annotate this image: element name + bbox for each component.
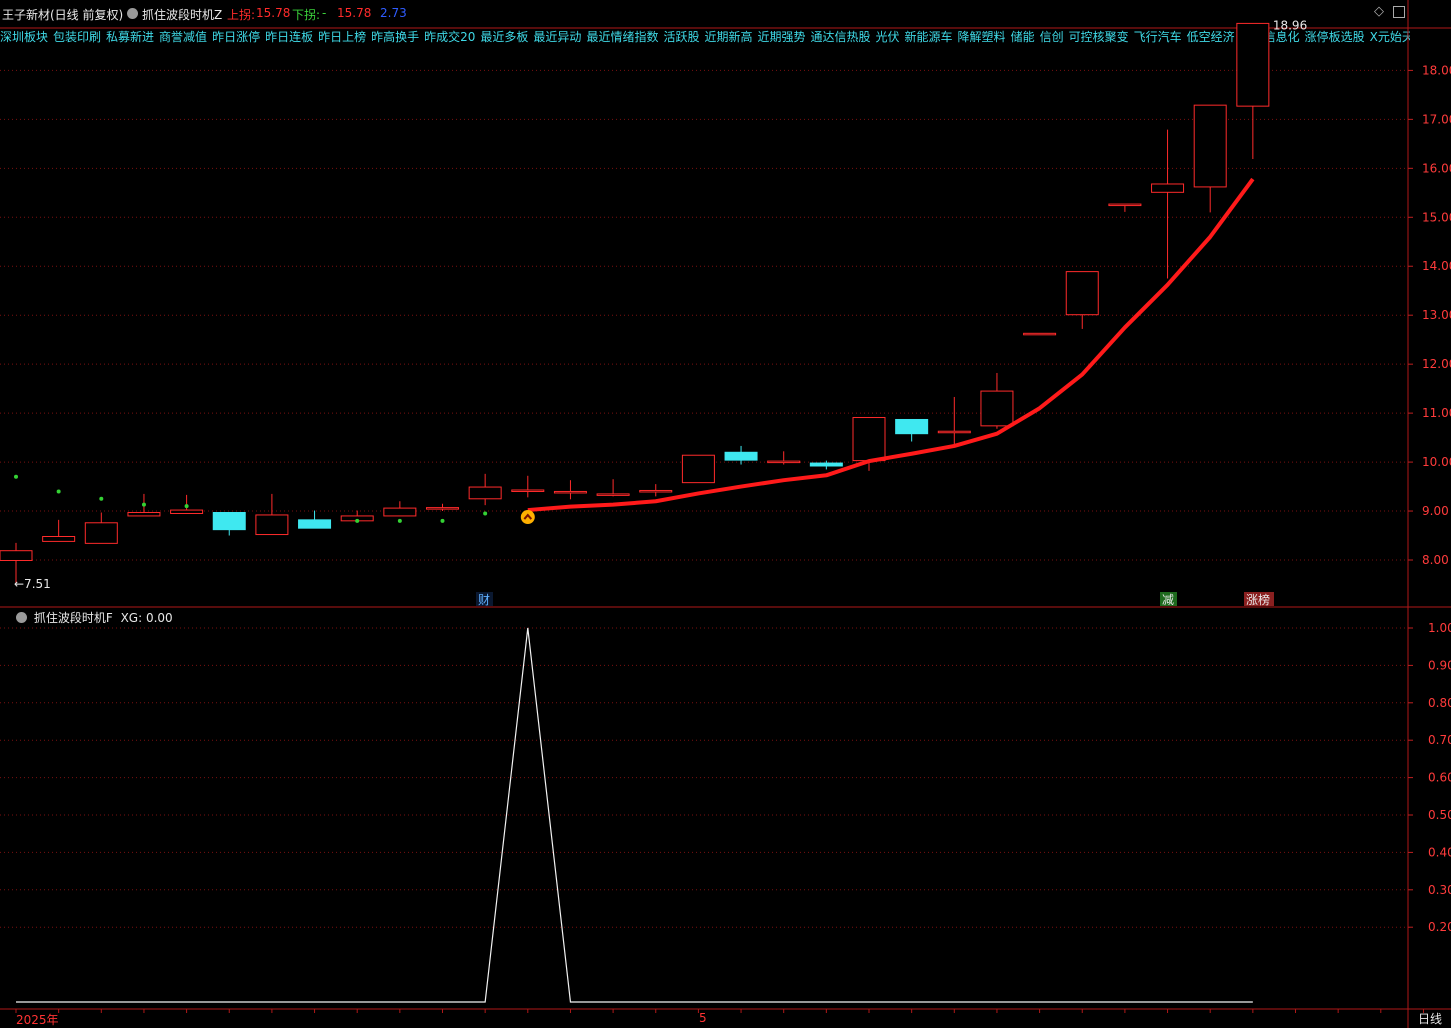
signal-dot — [56, 489, 61, 494]
signal-dot — [14, 474, 18, 479]
candle-body — [681, 454, 715, 484]
candle-body — [212, 512, 246, 531]
price-tick-label: 9.00 — [1422, 504, 1449, 518]
signal-dot — [141, 502, 146, 507]
signal-dot — [355, 518, 360, 523]
price-tick-label: 8.00 — [1422, 553, 1449, 567]
buy-signal-icon — [520, 510, 535, 525]
candle-body — [1023, 332, 1057, 336]
xg-tick-label: 0.90 — [1428, 658, 1451, 672]
candle-body — [895, 418, 929, 435]
candle-body — [639, 489, 673, 493]
candle-body — [1193, 104, 1227, 188]
candle-body — [980, 390, 1014, 427]
signal-dot — [99, 496, 104, 501]
candle-body — [767, 460, 801, 464]
price-tick-label: 12.00 — [1422, 357, 1451, 371]
candle-body — [1151, 183, 1185, 193]
candle-body — [511, 489, 545, 492]
reduce-marker[interactable]: 减 — [1162, 593, 1174, 607]
lower-panel-title[interactable]: 抓住波段时机F — [34, 611, 113, 625]
xg-tick-label: 0.30 — [1428, 883, 1451, 897]
trend-line — [527, 177, 1255, 513]
xg-label: XG: — [120, 611, 143, 625]
price-tick-label: 11.00 — [1422, 406, 1451, 420]
candle-body — [1065, 271, 1099, 316]
candle-body — [809, 462, 843, 467]
max-price-label: 18.96 — [1273, 18, 1307, 32]
xg-tick-label: 0.50 — [1428, 808, 1451, 822]
candle-body — [1236, 22, 1270, 107]
candle-body — [596, 493, 630, 496]
xg-tick-label: 1.00 — [1428, 621, 1451, 635]
date-start: 2025年 — [16, 1013, 59, 1027]
candle-body — [852, 417, 886, 462]
xg-tick-label: 0.40 — [1428, 845, 1451, 859]
candle-body — [383, 507, 417, 517]
candle-body — [42, 535, 76, 542]
candle-body — [1108, 203, 1142, 207]
signal-dot — [440, 518, 445, 523]
price-tick-label: 10.00 — [1422, 455, 1451, 469]
candle-body — [724, 451, 758, 461]
finance-marker[interactable]: 财 — [478, 593, 490, 607]
candle-body — [170, 509, 204, 514]
lower-panel-header: 抓住波段时机F XG: 0.00 — [16, 609, 173, 626]
candle-body — [468, 486, 502, 500]
limit-up-marker[interactable]: 涨榜 — [1246, 592, 1270, 607]
candle-body — [426, 507, 459, 510]
signal-dot — [184, 504, 189, 509]
candle-body — [0, 550, 33, 561]
price-tick-label: 13.00 — [1422, 308, 1451, 322]
lower-menu-icon[interactable] — [16, 612, 27, 623]
candle-body — [937, 430, 971, 434]
min-price-label: ←7.51 — [14, 577, 51, 591]
candle-body — [255, 514, 289, 536]
period-tab[interactable]: 日线 — [1418, 1010, 1442, 1027]
price-tick-label: 16.00 — [1422, 161, 1451, 175]
candle-body — [553, 490, 587, 494]
xg-value: 0.00 — [145, 611, 173, 625]
xg-tick-label: 0.20 — [1428, 920, 1451, 934]
signal-dot — [483, 511, 488, 516]
price-tick-label: 18.00 — [1422, 63, 1451, 77]
xg-tick-label: 0.70 — [1428, 733, 1451, 747]
price-tick-label: 17.00 — [1422, 112, 1451, 126]
candle-body — [127, 512, 161, 517]
chart-canvas: 8.00 9.00 10.00 11.00 12.00 13.00 14.00 15.00 16… — [0, 0, 1451, 1028]
xg-tick-label: 0.60 — [1428, 771, 1451, 785]
candle-body — [298, 519, 332, 529]
date-mid: 5 — [699, 1011, 707, 1025]
price-tick-label: 15.00 — [1422, 210, 1451, 224]
xg-tick-label: 0.80 — [1428, 696, 1451, 710]
xg-line — [16, 627, 1253, 1003]
price-tick-label: 14.00 — [1422, 259, 1451, 273]
signal-dot — [397, 518, 402, 523]
candle-body — [84, 522, 118, 544]
